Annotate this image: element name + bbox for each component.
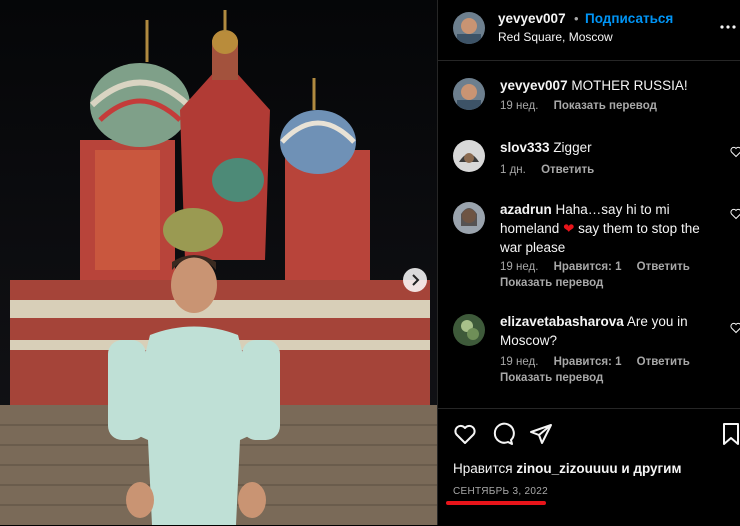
chevron-right-icon [412, 274, 420, 286]
comment-item: azadrun Haha…say hi to mi homeland ❤ say… [438, 198, 740, 298]
bookmark-icon [723, 423, 739, 445]
comment-username[interactable]: slov333 [500, 140, 550, 155]
comment-like-icon[interactable] [730, 208, 740, 220]
commenter-avatar[interactable] [453, 140, 485, 172]
comment-username[interactable]: azadrun [500, 202, 552, 217]
share-icon [530, 424, 552, 444]
location-link[interactable]: Red Square, Moscow [498, 30, 613, 44]
post-actions: Нравится zinou_zizouuuu и другим СЕНТЯБР… [438, 408, 740, 526]
next-photo-button[interactable] [403, 268, 427, 292]
caption-username[interactable]: yevyev007 [500, 78, 568, 93]
comment-likes-count[interactable]: Нравится: 1 [554, 261, 622, 273]
comment-button[interactable] [491, 422, 515, 451]
commenter-avatar[interactable] [453, 314, 485, 346]
cathedral-photo [0, 0, 437, 525]
share-button[interactable] [529, 422, 553, 451]
heart-icon [454, 424, 476, 444]
red-underline-annotation [446, 501, 546, 505]
comment-time[interactable]: 19 нед. [500, 356, 538, 368]
likes-prefix: Нравится [453, 461, 513, 476]
comment-item: slov333 Zigger 1 дн. Ответить [438, 136, 740, 186]
comment-meta: 1 дн. Ответить [500, 164, 594, 176]
caption-avatar[interactable] [453, 78, 485, 110]
comment-time[interactable]: 1 дн. [500, 164, 526, 176]
likes-user[interactable]: zinou_zizouuuu [516, 461, 617, 476]
like-button[interactable] [453, 422, 477, 451]
post-header: yevyev007 • Подписаться Red Square, Mosc… [438, 0, 740, 61]
header-dot: • [574, 11, 579, 26]
comment-meta: 19 нед. Нравится: 1 Ответить [500, 356, 690, 368]
comment-time[interactable]: 19 нед. [500, 261, 538, 273]
post-photo[interactable] [0, 0, 437, 525]
comment-likes-count[interactable]: Нравится: 1 [554, 356, 622, 368]
comment-like-icon[interactable] [730, 146, 740, 158]
likes-summary: Нравится zinou_zizouuuu и другим [453, 461, 681, 476]
comment-item: elizavetabasharova Are you in Moscow? 19… [438, 312, 740, 392]
comment-reply-button[interactable]: Ответить [637, 261, 690, 273]
comment-meta: 19 нед. Нравится: 1 Ответить [500, 261, 690, 273]
caption-text: yevyev007 MOTHER RUSSIA! [500, 76, 688, 95]
more-icon [720, 25, 736, 29]
likes-suffix[interactable]: и другим [621, 461, 681, 476]
caption-translate[interactable]: Показать перевод [554, 100, 657, 112]
comment-reply-button[interactable]: Ответить [637, 356, 690, 368]
comment-like-icon[interactable] [730, 322, 740, 334]
comment-text: azadrun Haha…say hi to mi homeland ❤ say… [500, 200, 725, 257]
comment-reply-button[interactable]: Ответить [541, 164, 594, 176]
author-avatar[interactable] [453, 12, 485, 44]
comment-translate[interactable]: Показать перевод [500, 277, 603, 289]
save-button[interactable] [720, 422, 740, 451]
more-options-button[interactable] [719, 18, 737, 41]
follow-button[interactable]: Подписаться [585, 11, 673, 26]
post-side-panel: yevyev007 • Подписаться Red Square, Mosc… [438, 0, 740, 525]
caption-body: MOTHER RUSSIA! [571, 78, 688, 93]
red-heart-icon: ❤ [563, 221, 575, 236]
comment-body: Zigger [553, 140, 592, 155]
comment-text: slov333 Zigger [500, 138, 592, 157]
comment-username[interactable]: elizavetabasharova [500, 314, 624, 329]
commenter-avatar[interactable] [453, 202, 485, 234]
caption-meta: 19 нед. Показать перевод [500, 100, 669, 112]
author-username[interactable]: yevyev007 [498, 11, 566, 26]
comment-translate[interactable]: Показать перевод [500, 372, 603, 384]
comment-icon [493, 422, 515, 445]
comment-text: elizavetabasharova Are you in Moscow? [500, 312, 725, 350]
caption: yevyev007 MOTHER RUSSIA! 19 нед. Показат… [438, 72, 740, 122]
caption-time[interactable]: 19 нед. [500, 100, 538, 112]
post-date[interactable]: СЕНТЯБРЬ 3, 2022 [453, 486, 548, 497]
